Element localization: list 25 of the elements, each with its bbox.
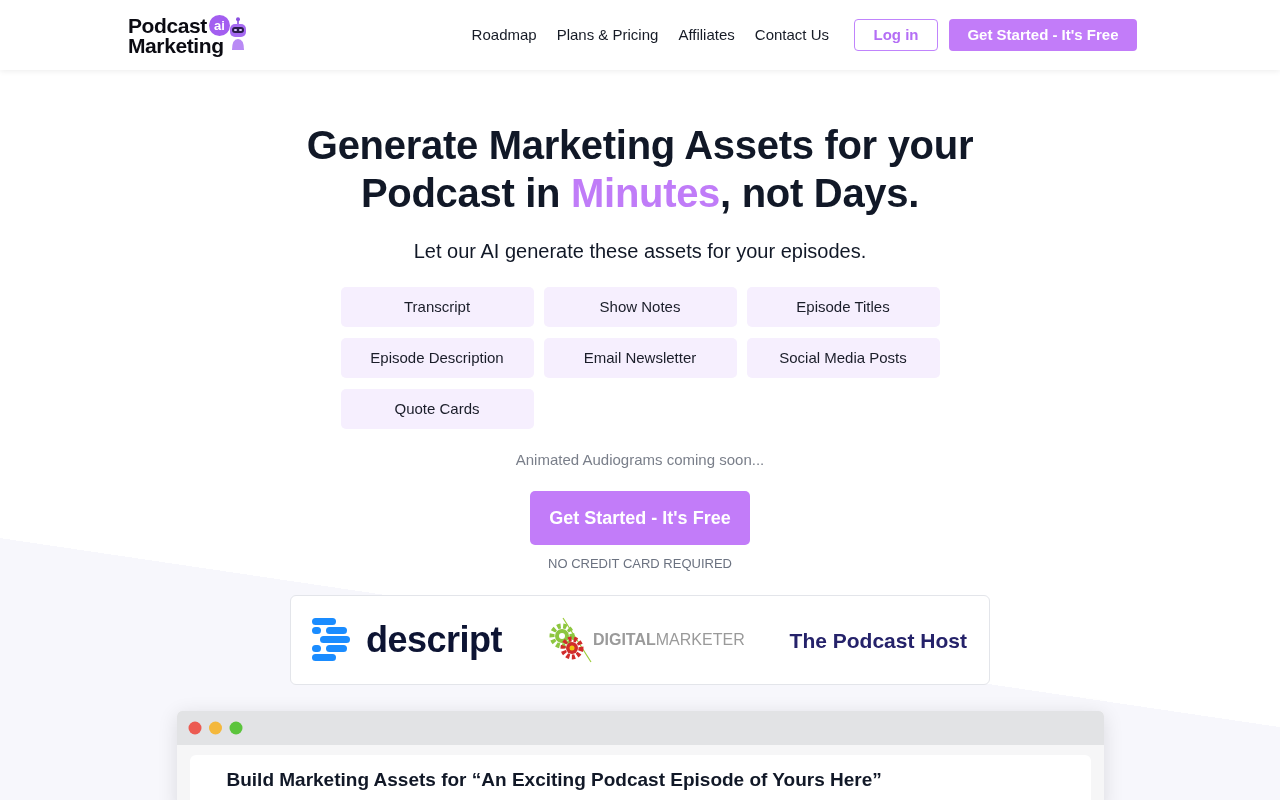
partner-logo-text: descript: [366, 622, 503, 658]
nav-link[interactable]: Roadmap: [471, 23, 537, 47]
asset-tag: Episode Description: [340, 338, 534, 378]
asset-tag: Transcript: [340, 287, 534, 327]
asset-tag: Show Notes: [543, 287, 737, 327]
asset-tag: Quote Cards: [340, 389, 534, 429]
asset-tag: Social Media Posts: [746, 338, 940, 378]
partner-logo-text: The Podcast Host: [789, 629, 967, 651]
asset-tag: Email Newsletter: [543, 338, 737, 378]
partner-logo-text: DIGITALMARKETER: [592, 632, 745, 648]
nav-link[interactable]: Plans & Pricing: [556, 23, 659, 47]
coming-soon-note: Animated Audiograms coming soon...: [514, 450, 766, 470]
logo-badge: ai: [208, 15, 230, 36]
logo-text: Marketing: [128, 36, 224, 55]
no-card-note: NO CREDIT CARD REQUIRED: [547, 555, 733, 573]
preview-heading: Build Marketing Assets for “An Exciting Podcast Episode of Yours Here”: [226, 769, 883, 791]
robot-icon: [228, 17, 247, 51]
nav-link[interactable]: Contact Us: [754, 23, 829, 47]
striped-logo-icon: [312, 618, 350, 662]
hero-subtitle: Let our AI generate these assets for your episodes.: [412, 239, 868, 264]
asset-tag: Episode Titles: [746, 287, 940, 327]
logo-text: Podcast: [128, 16, 207, 35]
hero-headline: Generate Marketing Assets for your Podcast in Minutes, not Days.: [305, 122, 975, 217]
nav-link[interactable]: Affiliates: [678, 23, 735, 47]
window-controls-icon: [187, 721, 243, 735]
